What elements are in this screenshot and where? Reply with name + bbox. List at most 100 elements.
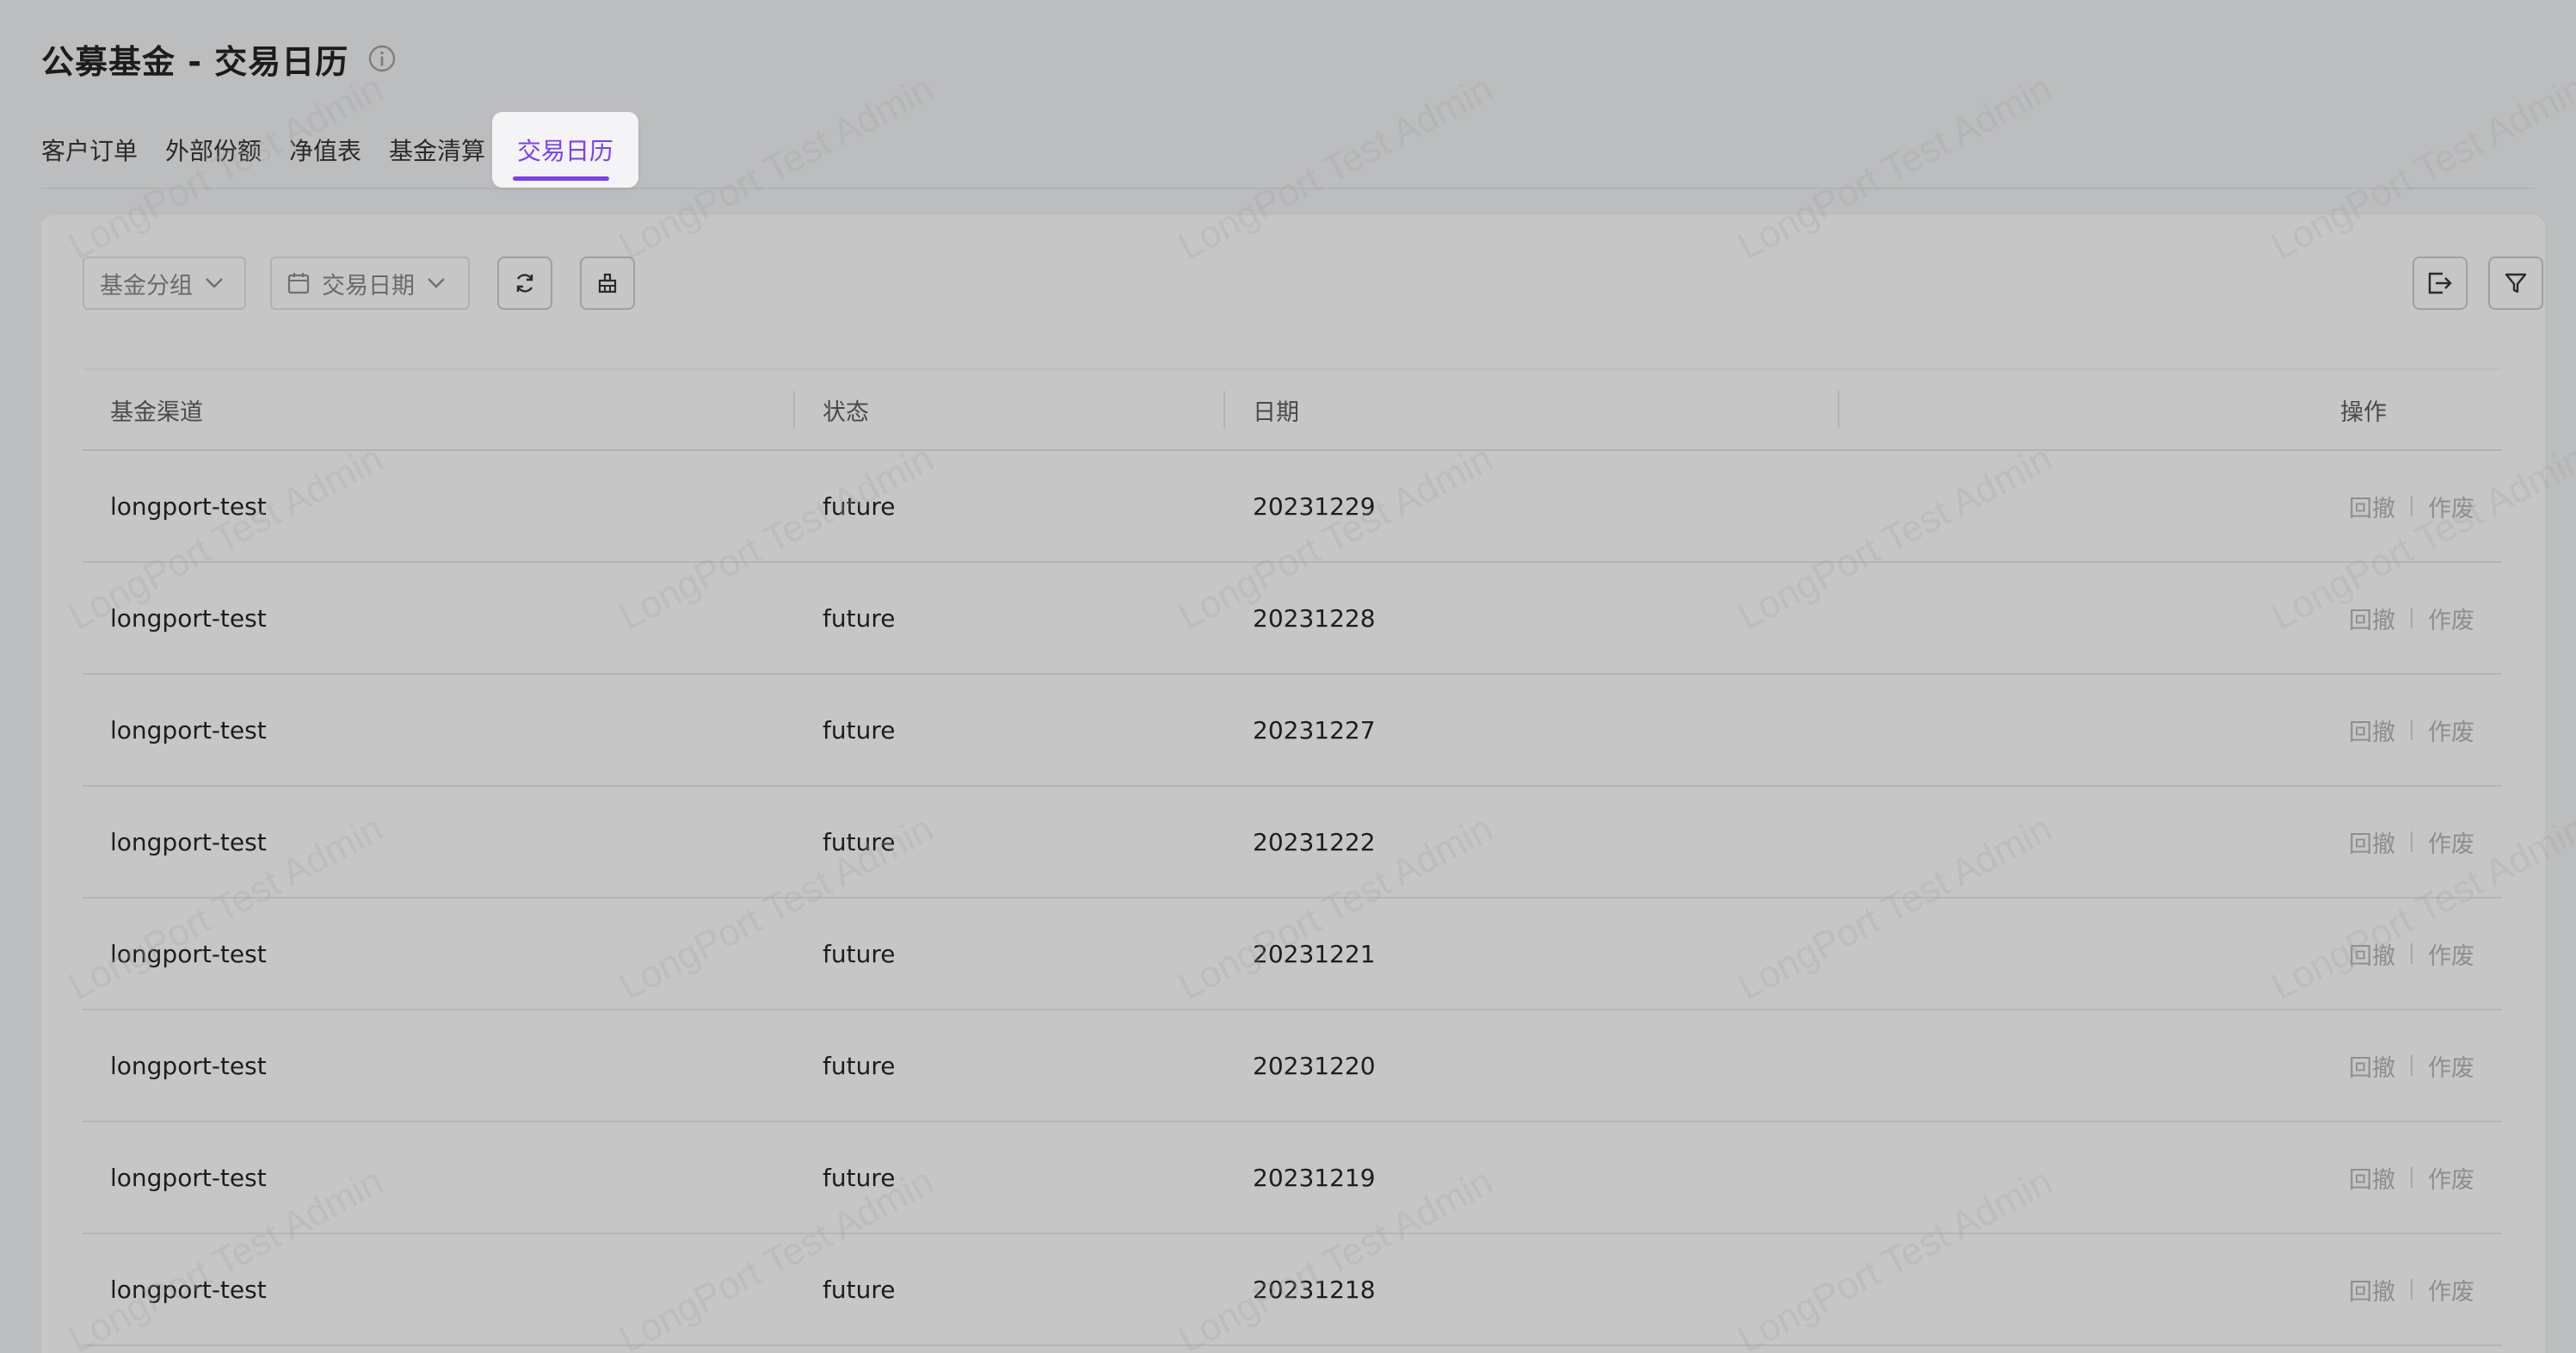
channel-cell: longport-test: [110, 1275, 267, 1304]
status-cell: future: [823, 603, 896, 633]
date-cell: 20231221: [1253, 939, 1376, 968]
export-icon: [2427, 271, 2453, 295]
row-actions: 回撤 作废: [2349, 899, 2474, 1009]
header-actions: 操作: [2340, 398, 2387, 426]
status-cell: future: [823, 939, 896, 968]
action-divider: [2411, 1279, 2413, 1300]
tab-external-shares[interactable]: 外部份额: [165, 112, 262, 188]
void-button[interactable]: 作废: [2428, 937, 2474, 971]
tab-label: 外部份额: [165, 137, 262, 165]
tab-label: 客户订单: [41, 137, 139, 165]
table-row: longport-test future 20231227 回撤 作废: [83, 675, 2502, 787]
channel-cell: longport-test: [110, 1051, 267, 1080]
revert-button[interactable]: 回撤: [2349, 490, 2395, 523]
toolbar: 基金分组 交易日期: [83, 256, 2543, 312]
header-status: 状态: [823, 398, 869, 426]
row-actions: 回撤 作废: [2349, 451, 2474, 561]
table-row: longport-test future 20231221 回撤 作废: [83, 899, 2502, 1010]
row-actions: 回撤 作废: [2349, 1234, 2474, 1344]
row-actions: 回撤 作废: [2349, 675, 2474, 785]
action-divider: [2411, 496, 2413, 516]
action-divider: [2411, 943, 2413, 964]
date-cell: 20231229: [1253, 491, 1376, 521]
broom-icon: [596, 272, 619, 294]
page: 公募基金 - 交易日历 客户订单 外部份额 净值表 基金清算 交易日历 基金分组…: [0, 0, 2576, 1353]
content-panel: 基金分组 交易日期 基金渠道 状态 日期 操作 longport-test fu…: [41, 215, 2545, 1353]
column-divider: [1223, 391, 1225, 429]
date-cell: 20231227: [1253, 715, 1376, 744]
tab-trading-calendar[interactable]: 交易日历: [492, 112, 638, 188]
title-row: 公募基金 - 交易日历: [41, 33, 397, 84]
revert-button[interactable]: 回撤: [2349, 1049, 2395, 1083]
chevron-down-icon: [427, 277, 446, 289]
void-button[interactable]: 作废: [2428, 602, 2474, 635]
refresh-icon: [514, 272, 536, 294]
status-cell: future: [823, 715, 896, 744]
revert-button[interactable]: 回撤: [2349, 1273, 2395, 1307]
channel-cell: longport-test: [110, 715, 267, 744]
void-button[interactable]: 作废: [2428, 1273, 2474, 1307]
revert-button[interactable]: 回撤: [2349, 602, 2395, 635]
trading-calendar-table: 基金渠道 状态 日期 操作 longport-test future 20231…: [83, 368, 2502, 1346]
tab-bar: 客户订单 外部份额 净值表 基金清算 交易日历: [41, 112, 2535, 189]
revert-button[interactable]: 回撤: [2349, 1161, 2395, 1195]
channel-cell: longport-test: [110, 491, 267, 521]
tab-nav-table[interactable]: 净值表: [289, 112, 361, 188]
column-divider: [1838, 391, 1840, 429]
action-divider: [2411, 1055, 2413, 1076]
date-cell: 20231220: [1253, 1051, 1376, 1080]
table-row: longport-test future 20231218 回撤 作废: [83, 1234, 2502, 1346]
chevron-down-icon: [205, 277, 224, 289]
action-divider: [2411, 720, 2413, 740]
revert-button[interactable]: 回撤: [2349, 825, 2395, 859]
row-actions: 回撤 作废: [2349, 1122, 2474, 1233]
filter-icon: [2504, 271, 2528, 295]
void-button[interactable]: 作废: [2428, 1161, 2474, 1195]
channel-cell: longport-test: [110, 939, 267, 968]
row-actions: 回撤 作废: [2349, 1010, 2474, 1121]
channel-cell: longport-test: [110, 603, 267, 633]
date-cell: 20231219: [1253, 1163, 1376, 1192]
status-cell: future: [823, 1163, 896, 1192]
trade-date-picker[interactable]: 交易日期: [270, 256, 470, 310]
action-divider: [2411, 831, 2413, 852]
void-button[interactable]: 作废: [2428, 1049, 2474, 1083]
info-circle-icon[interactable]: [367, 44, 397, 73]
void-button[interactable]: 作废: [2428, 825, 2474, 859]
filter-button[interactable]: [2488, 256, 2543, 310]
trade-date-picker-label: 交易日期: [322, 272, 415, 300]
header-date: 日期: [1253, 398, 1299, 426]
channel-cell: longport-test: [110, 1163, 267, 1192]
fund-group-select-label: 基金分组: [100, 272, 193, 300]
tab-label: 净值表: [289, 137, 362, 165]
refresh-button[interactable]: [497, 256, 552, 310]
status-cell: future: [823, 827, 896, 856]
status-cell: future: [823, 1051, 896, 1080]
status-cell: future: [823, 491, 896, 521]
revert-button[interactable]: 回撤: [2349, 714, 2395, 747]
column-divider: [793, 391, 795, 429]
table-row: longport-test future 20231228 回撤 作废: [83, 563, 2502, 675]
calendar-icon: [287, 272, 310, 294]
clear-button[interactable]: [580, 256, 635, 310]
table-row: longport-test future 20231222 回撤 作废: [83, 787, 2502, 899]
page-title: 公募基金 - 交易日历: [41, 42, 349, 81]
tab-label: 交易日历: [516, 137, 613, 165]
export-button[interactable]: [2413, 256, 2468, 310]
table-row: longport-test future 20231229 回撤 作废: [83, 451, 2502, 563]
void-button[interactable]: 作废: [2428, 714, 2474, 747]
header-channel: 基金渠道: [110, 398, 203, 426]
table-row: longport-test future 20231219 回撤 作废: [83, 1122, 2502, 1234]
date-cell: 20231228: [1253, 603, 1376, 633]
status-cell: future: [823, 1275, 896, 1304]
table-header: 基金渠道 状态 日期 操作: [83, 368, 2502, 451]
tab-label: 基金清算: [389, 137, 486, 165]
void-button[interactable]: 作废: [2428, 490, 2474, 523]
revert-button[interactable]: 回撤: [2349, 937, 2395, 971]
tab-customer-orders[interactable]: 客户订单: [41, 112, 138, 188]
action-divider: [2411, 608, 2413, 628]
channel-cell: longport-test: [110, 827, 267, 856]
fund-group-select[interactable]: 基金分组: [83, 256, 246, 310]
action-divider: [2411, 1167, 2413, 1188]
tab-fund-clearing[interactable]: 基金清算: [389, 112, 485, 188]
